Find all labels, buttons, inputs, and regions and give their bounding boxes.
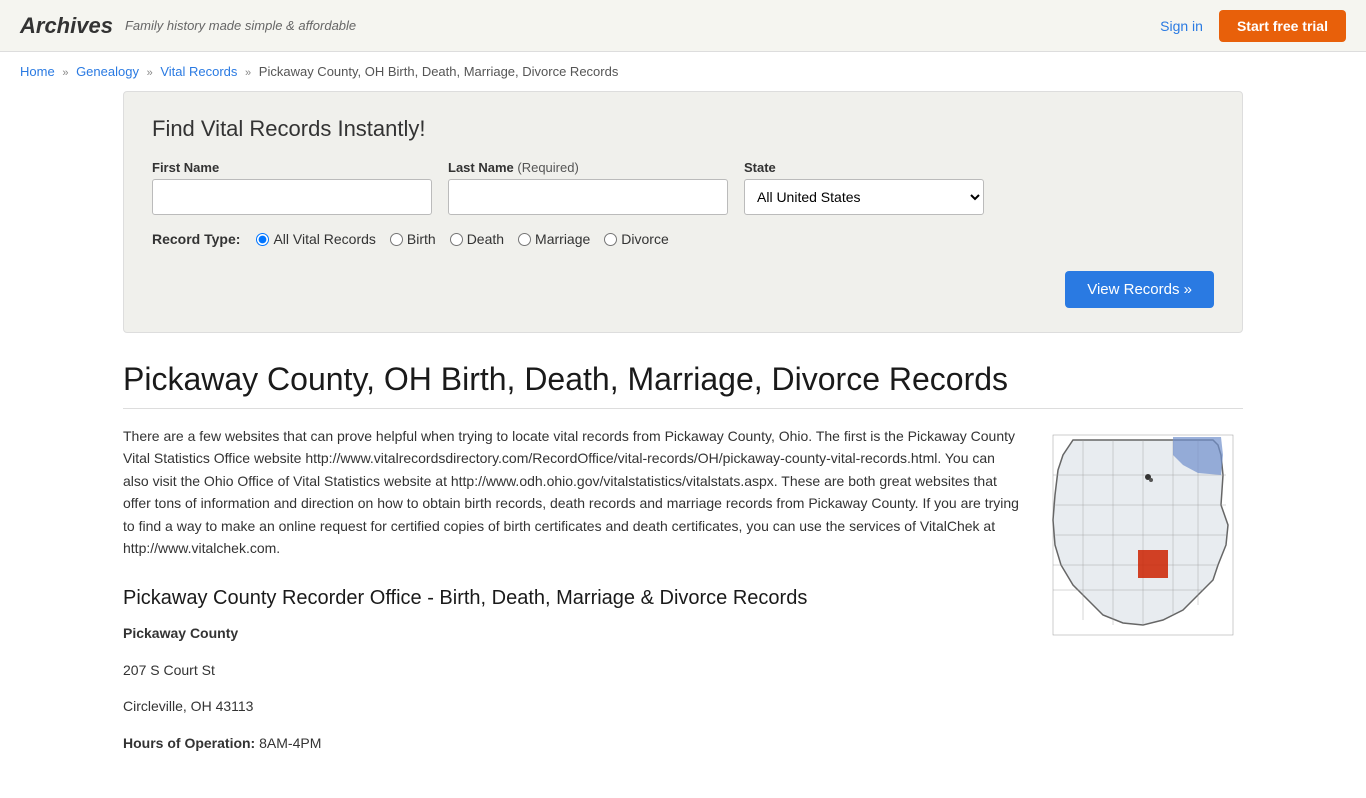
sign-in-link[interactable]: Sign in	[1160, 18, 1203, 34]
page-description: There are a few websites that can prove …	[123, 425, 1019, 559]
section-heading: Pickaway County Recorder Office - Birth,…	[123, 587, 1019, 610]
breadcrumb-vital-records[interactable]: Vital Records	[160, 64, 237, 79]
site-tagline: Family history made simple & affordable	[125, 18, 356, 33]
first-name-label: First Name	[152, 160, 432, 175]
search-title: Find Vital Records Instantly!	[152, 116, 1214, 142]
last-name-required: (Required)	[517, 160, 578, 175]
last-name-label: Last Name (Required)	[448, 160, 728, 175]
last-name-input[interactable]	[448, 179, 728, 215]
main-content: Find Vital Records Instantly! First Name…	[103, 91, 1263, 798]
breadcrumb-current: Pickaway County, OH Birth, Death, Marria…	[259, 64, 619, 79]
hours-value: 8AM-4PM	[259, 735, 321, 751]
btn-row: View Records »	[152, 263, 1214, 308]
start-trial-button[interactable]: Start free trial	[1219, 10, 1346, 42]
office-hours: Hours of Operation: 8AM-4PM	[123, 732, 1019, 754]
record-type-row: Record Type: All Vital Records Birth Dea…	[152, 231, 1214, 247]
ohio-map	[1043, 425, 1243, 768]
form-row-names: First Name Last Name (Required) State Al…	[152, 160, 1214, 215]
radio-death[interactable]: Death	[450, 231, 504, 247]
header-left: Archives Family history made simple & af…	[20, 13, 356, 39]
office-details: Pickaway County 207 S Court St Circlevil…	[123, 622, 1019, 754]
state-label: State	[744, 160, 984, 175]
first-name-input[interactable]	[152, 179, 432, 215]
hours-label: Hours of Operation:	[123, 735, 255, 751]
radio-all-vital[interactable]: All Vital Records	[256, 231, 375, 247]
office-address1: 207 S Court St	[123, 659, 1019, 681]
first-name-group: First Name	[152, 160, 432, 215]
state-select[interactable]: All United States	[744, 179, 984, 215]
state-group: State All United States	[744, 160, 984, 215]
search-box: Find Vital Records Instantly! First Name…	[123, 91, 1243, 333]
content-area: There are a few websites that can prove …	[123, 425, 1243, 768]
site-logo: Archives	[20, 13, 113, 39]
page-title: Pickaway County, OH Birth, Death, Marria…	[123, 361, 1243, 409]
radio-group: All Vital Records Birth Death Marriage D…	[256, 231, 668, 247]
view-records-button[interactable]: View Records »	[1065, 271, 1214, 308]
radio-divorce[interactable]: Divorce	[604, 231, 668, 247]
office-address2: Circleville, OH 43113	[123, 695, 1019, 717]
radio-marriage[interactable]: Marriage	[518, 231, 590, 247]
content-text: There are a few websites that can prove …	[123, 425, 1019, 768]
breadcrumb-genealogy[interactable]: Genealogy	[76, 64, 139, 79]
breadcrumb: Home » Genealogy » Vital Records » Picka…	[0, 52, 1366, 91]
breadcrumb-home[interactable]: Home	[20, 64, 55, 79]
site-header: Archives Family history made simple & af…	[0, 0, 1366, 52]
office-name: Pickaway County	[123, 622, 1019, 644]
header-right: Sign in Start free trial	[1160, 10, 1346, 42]
record-type-label: Record Type:	[152, 231, 240, 247]
radio-birth[interactable]: Birth	[390, 231, 436, 247]
last-name-group: Last Name (Required)	[448, 160, 728, 215]
